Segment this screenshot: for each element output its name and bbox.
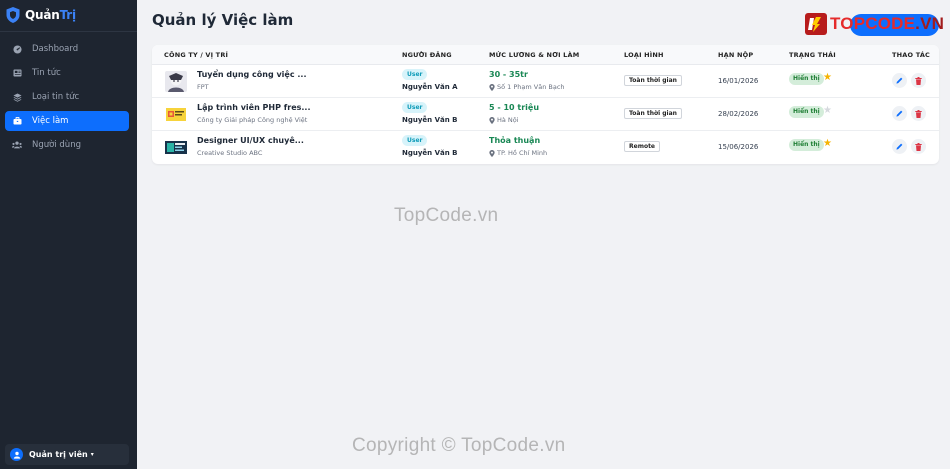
newspaper-icon <box>12 68 22 78</box>
salary: 30 - 35tr <box>489 70 528 79</box>
poster-name: Nguyễn Văn B <box>402 116 458 124</box>
map-pin-icon <box>489 149 495 157</box>
page-title: Quản lý Việc làm <box>152 11 294 29</box>
map-pin-icon <box>489 83 495 91</box>
sidebar-item-label: Việc làm <box>32 116 69 126</box>
status-badge: Hiển thị <box>789 106 824 118</box>
logo-text-part2: .VN <box>915 14 945 33</box>
job-title[interactable]: Tuyển dụng công việc ... <box>197 70 307 79</box>
user-menu[interactable]: Quản trị viên ▾ <box>5 444 129 465</box>
status-badge: Hiển thị <box>789 73 824 85</box>
job-title[interactable]: Lập trình viên PHP fres... <box>197 103 311 112</box>
edit-button[interactable] <box>892 73 907 88</box>
trash-icon <box>915 142 922 151</box>
deadline: 15/06/2026 <box>718 143 759 151</box>
sidebar-nav: Dashboard Tin tức Loại tin tức Việc làm … <box>5 39 129 159</box>
shield-icon <box>6 7 20 23</box>
poster-name: Nguyễn Văn B <box>402 149 458 157</box>
table-row[interactable]: Designer UI/UX chuyê... Creative Studio … <box>152 131 939 164</box>
sidebar: QuảnTrị Dashboard Tin tức Loại tin tức V… <box>0 0 137 469</box>
brand-name-part2: Trị <box>59 8 77 22</box>
logo-text-part1: TOPCODE <box>830 14 916 33</box>
pencil-icon <box>896 77 903 84</box>
pencil-icon <box>896 143 903 150</box>
table-row[interactable]: Lập trình viên PHP fres... Công ty Giải … <box>152 98 939 131</box>
sidebar-item-label: Người dùng <box>32 140 81 150</box>
column-header-actions: THAO TÁC <box>892 51 931 59</box>
brand-name-part1: Quản <box>25 8 60 22</box>
table-row[interactable]: Tuyển dụng công việc ... FPT User Nguyễn… <box>152 65 939 98</box>
map-pin-icon <box>489 116 495 124</box>
salary: Thỏa thuận <box>489 136 541 145</box>
briefcase-icon <box>12 116 22 126</box>
delete-button[interactable] <box>911 73 926 88</box>
layers-icon <box>12 92 22 102</box>
delete-button[interactable] <box>911 106 926 121</box>
company-name: Creative Studio ABC <box>197 149 263 157</box>
sidebar-item-label: Tin tức <box>32 68 61 78</box>
job-type-badge: Remote <box>624 141 661 152</box>
sidebar-item-news-categories[interactable]: Loại tin tức <box>5 87 129 107</box>
job-type-badge: Toàn thời gian <box>624 108 682 119</box>
table-header: CÔNG TY / VỊ TRÍ NGƯỜI ĐĂNG MỨC LƯƠNG & … <box>152 45 939 65</box>
company-name: Công ty Giải pháp Công nghệ Việt <box>197 116 308 124</box>
sidebar-item-jobs[interactable]: Việc làm <box>5 111 129 131</box>
edit-button[interactable] <box>892 139 907 154</box>
delete-button[interactable] <box>911 139 926 154</box>
topcode-logo-icon <box>805 13 827 35</box>
column-header-company: CÔNG TY / VỊ TRÍ <box>164 51 229 59</box>
column-header-deadline: HẠN NỘP <box>718 51 754 59</box>
job-type-badge: Toàn thời gian <box>624 75 682 86</box>
deadline: 28/02/2026 <box>718 110 759 118</box>
location: Số 1 Phạm Văn Bạch <box>489 83 565 91</box>
watermark-copyright: Copyright © TopCode.vn <box>352 435 566 456</box>
column-header-salary: MỨC LƯƠNG & NƠI LÀM <box>489 51 580 59</box>
star-icon[interactable]: ★ <box>823 105 832 117</box>
sidebar-item-users[interactable]: Người dùng <box>5 135 129 155</box>
dashboard-icon <box>12 44 22 54</box>
trash-icon <box>915 109 922 118</box>
sidebar-item-label: Dashboard <box>32 44 79 54</box>
role-badge: User <box>402 69 428 80</box>
column-header-type: LOẠI HÌNH <box>624 51 664 59</box>
location: TP. Hồ Chí Minh <box>489 149 547 157</box>
location-text: Số 1 Phạm Văn Bạch <box>497 83 565 91</box>
job-title[interactable]: Designer UI/UX chuyê... <box>197 136 304 145</box>
company-logo <box>165 104 187 125</box>
role-badge: User <box>402 135 428 146</box>
brand-divider <box>0 31 137 32</box>
brand[interactable]: QuảnTrị <box>6 6 76 24</box>
column-header-status: TRẠNG THÁI <box>789 51 836 59</box>
location-text: TP. Hồ Chí Minh <box>497 149 548 157</box>
company-logo <box>165 71 187 92</box>
sidebar-item-label: Loại tin tức <box>32 92 80 102</box>
salary: 5 - 10 triệu <box>489 103 540 112</box>
status-badge: Hiển thị <box>789 139 824 151</box>
topcode-logo-text: TOPCODE.VN <box>830 14 944 34</box>
user-name: Quản trị viên <box>29 450 88 459</box>
location: Hà Nội <box>489 116 519 124</box>
trash-icon <box>915 76 922 85</box>
user-avatar-icon <box>10 448 23 461</box>
watermark-center: TopCode.vn <box>394 205 499 226</box>
company-logo <box>165 137 187 158</box>
jobs-table: CÔNG TY / VỊ TRÍ NGƯỜI ĐĂNG MỨC LƯƠNG & … <box>152 45 939 164</box>
company-name: FPT <box>197 83 209 91</box>
location-text: Hà Nội <box>497 116 519 124</box>
edit-button[interactable] <box>892 106 907 121</box>
star-icon[interactable]: ★ <box>823 138 832 150</box>
topcode-logo: TOPCODE.VN <box>804 12 944 36</box>
star-icon[interactable]: ★ <box>823 72 832 84</box>
role-badge: User <box>402 102 428 113</box>
pencil-icon <box>896 110 903 117</box>
caret-down-icon: ▾ <box>90 451 94 458</box>
users-icon <box>12 140 22 150</box>
sidebar-item-dashboard[interactable]: Dashboard <box>5 39 129 59</box>
brand-name: QuảnTrị <box>25 8 76 22</box>
poster-name: Nguyễn Văn A <box>402 83 458 91</box>
column-header-poster: NGƯỜI ĐĂNG <box>402 51 452 59</box>
deadline: 16/01/2026 <box>718 77 759 85</box>
sidebar-item-news[interactable]: Tin tức <box>5 63 129 83</box>
